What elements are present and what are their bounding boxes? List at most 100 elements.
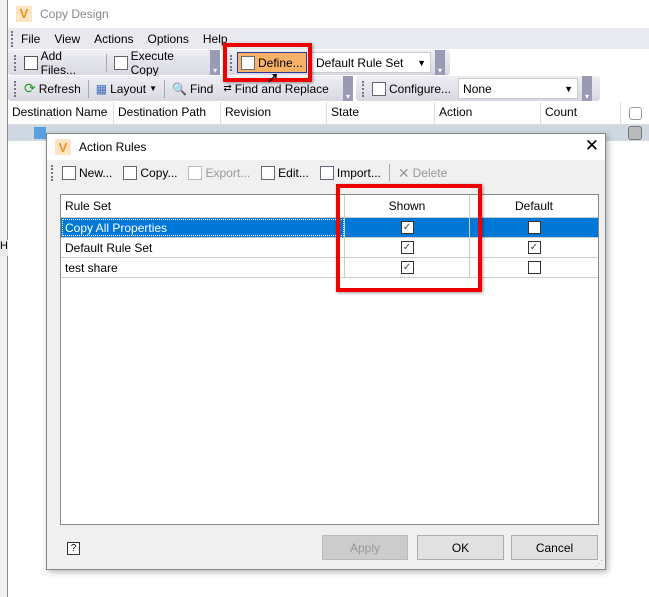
refresh-icon: ⟳ xyxy=(24,80,36,96)
configure-icon xyxy=(372,81,386,96)
separator xyxy=(105,53,107,72)
grip-icon xyxy=(14,80,17,97)
default-checkbox-cell xyxy=(470,218,598,237)
background-window xyxy=(0,0,8,597)
mouse-cursor-icon: ➚ xyxy=(266,70,280,87)
select-all-checkbox[interactable] xyxy=(621,102,649,124)
layout-button[interactable]: ▦ Layout ▼ xyxy=(93,79,160,99)
menu-file[interactable]: File xyxy=(14,32,47,46)
grid-row[interactable]: Copy All Properties ✓ xyxy=(61,218,598,238)
default-checkbox-cell: ✓ xyxy=(470,238,598,257)
column-count[interactable]: Count xyxy=(541,102,621,124)
overflow-button[interactable]: ▾ xyxy=(210,50,220,75)
search-icon: 🔍 xyxy=(172,81,188,96)
delete-button[interactable]: ✕ Delete xyxy=(395,163,450,183)
delete-icon: ✕ xyxy=(397,164,410,181)
new-button[interactable]: New... xyxy=(59,163,115,183)
app-logo-icon: V xyxy=(16,5,32,22)
refresh-button[interactable]: ⟳ Refresh xyxy=(21,79,84,99)
row-checkbox[interactable] xyxy=(628,126,642,140)
column-state[interactable]: State xyxy=(327,102,435,124)
dialog-title-bar: V Action Rules ✕ xyxy=(47,134,605,160)
menu-bar: File View Actions Options Help xyxy=(8,28,649,49)
column-action[interactable]: Action xyxy=(435,102,541,124)
find-label: Find xyxy=(190,81,214,96)
dialog-title: Action Rules xyxy=(79,140,147,154)
grid-row[interactable]: Default Rule Set ✓ ✓ xyxy=(61,238,598,258)
menu-view[interactable]: View xyxy=(47,32,87,46)
part-icon xyxy=(34,127,46,139)
copy-label: Copy... xyxy=(140,166,178,180)
grid-row[interactable]: test share ✓ xyxy=(61,258,598,278)
refresh-label: Refresh xyxy=(38,81,81,96)
execute-copy-button[interactable]: Execute Copy xyxy=(111,49,206,77)
copy-button[interactable]: Copy... xyxy=(120,163,180,183)
find-replace-label: Find and Replace xyxy=(234,81,329,96)
rule-set-dropdown[interactable]: Default Rule Set ▼ xyxy=(311,52,431,73)
default-checkbox[interactable]: ✓ xyxy=(527,241,541,254)
background-text: Hi xyxy=(0,240,8,256)
configure-button[interactable]: Configure... xyxy=(369,79,454,99)
menu-actions[interactable]: Actions xyxy=(87,32,140,46)
default-checkbox-cell xyxy=(470,258,598,277)
caret-down-icon: ▼ xyxy=(149,84,158,93)
apply-button[interactable]: Apply xyxy=(322,535,408,560)
execute-copy-icon xyxy=(113,55,128,70)
edit-button[interactable]: Edit... xyxy=(258,163,312,183)
replace-icon: ⇄ xyxy=(223,83,232,94)
export-label: Export... xyxy=(205,166,251,180)
cancel-button[interactable]: Cancel xyxy=(511,535,598,560)
action-rules-dialog: V Action Rules ✕ New... Copy... Export..… xyxy=(46,133,606,570)
execute-copy-label: Execute Copy xyxy=(130,48,174,77)
default-checkbox[interactable] xyxy=(527,261,541,274)
export-button[interactable]: Export... xyxy=(185,163,253,183)
delete-label: Delete xyxy=(412,166,448,180)
toolbar-files: Add Files... Execute Copy ▾ xyxy=(8,49,220,77)
chevron-down-icon: ▼ xyxy=(564,83,574,94)
find-button[interactable]: 🔍 Find xyxy=(169,79,216,99)
title-bar: V Copy Design xyxy=(8,0,649,27)
filter-dropdown[interactable]: None ▼ xyxy=(458,78,579,99)
overflow-button[interactable]: ▾ xyxy=(435,50,445,75)
edit-icon xyxy=(261,166,276,180)
rule-set-name: Default Rule Set xyxy=(61,238,345,257)
rule-set-value: Default Rule Set xyxy=(316,55,404,70)
grid-header: Rule Set Shown Default xyxy=(61,195,598,218)
new-icon xyxy=(62,166,76,180)
help-button[interactable]: ? xyxy=(67,542,80,555)
rule-set-name: test share xyxy=(61,258,345,277)
close-icon[interactable]: ✕ xyxy=(585,136,599,156)
grip-icon xyxy=(51,165,54,181)
import-icon xyxy=(319,166,334,180)
resize-grip-icon[interactable]: ⋰ xyxy=(595,559,603,568)
column-destination-name[interactable]: Destination Name xyxy=(8,102,114,124)
layout-label: Layout xyxy=(110,81,147,96)
menu-options[interactable]: Options xyxy=(141,32,196,46)
rule-set-name: Copy All Properties xyxy=(61,218,345,237)
column-rule-set[interactable]: Rule Set xyxy=(61,195,345,217)
highlight-box-shown xyxy=(336,184,482,292)
configure-label: Configure... xyxy=(389,81,452,96)
ok-button[interactable]: OK xyxy=(417,535,504,560)
edit-label: Edit... xyxy=(278,166,309,180)
export-icon xyxy=(188,166,203,180)
new-label: New... xyxy=(79,166,113,180)
copy-icon xyxy=(123,166,138,180)
overflow-button[interactable]: ▾ xyxy=(582,76,593,101)
add-files-button[interactable]: Add Files... xyxy=(21,49,102,77)
column-destination-path[interactable]: Destination Path xyxy=(114,102,221,124)
checkbox-icon xyxy=(628,106,642,120)
import-label: Import... xyxy=(336,166,381,180)
default-checkbox[interactable] xyxy=(527,221,541,234)
separator xyxy=(388,164,390,182)
column-revision[interactable]: Revision xyxy=(221,102,327,124)
grip-icon xyxy=(362,80,365,97)
app-logo-icon: V xyxy=(55,139,71,155)
filter-value: None xyxy=(463,81,492,96)
column-default[interactable]: Default xyxy=(470,195,598,217)
import-button[interactable]: Import... xyxy=(317,163,384,183)
overflow-button[interactable]: ▾ xyxy=(343,76,353,101)
grip-icon xyxy=(14,54,17,71)
toolbar-configure: Configure... None ▼ ▾ xyxy=(356,76,600,101)
table-header: Destination Name Destination Path Revisi… xyxy=(8,102,649,125)
